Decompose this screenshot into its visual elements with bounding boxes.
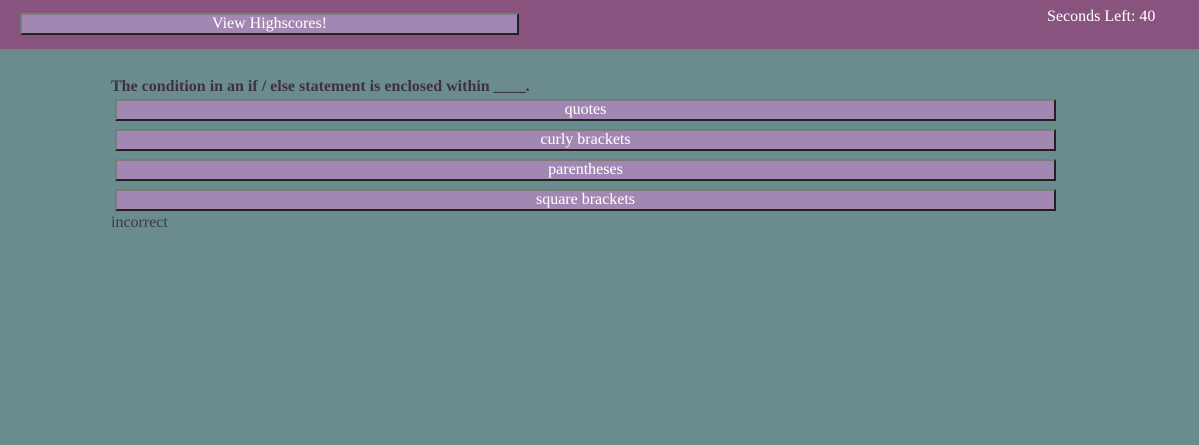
answer-button-curly-brackets[interactable]: curly brackets	[115, 129, 1056, 151]
timer-value: 40	[1139, 8, 1156, 25]
answer-button-square-brackets[interactable]: square brackets	[115, 189, 1056, 211]
answer-button-quotes[interactable]: quotes	[115, 99, 1056, 121]
view-highscores-button[interactable]: View Highscores!	[20, 13, 519, 35]
timer: Seconds Left: 40	[1047, 8, 1155, 26]
question-text: The condition in an if / else statement …	[111, 78, 530, 95]
answer-feedback: incorrect	[111, 214, 168, 231]
answer-button-parentheses[interactable]: parentheses	[115, 159, 1056, 181]
answer-list: quotes curly brackets parentheses square…	[115, 99, 1056, 219]
top-bar: View Highscores! Seconds Left: 40	[0, 0, 1199, 49]
timer-label: Seconds Left:	[1047, 8, 1136, 25]
